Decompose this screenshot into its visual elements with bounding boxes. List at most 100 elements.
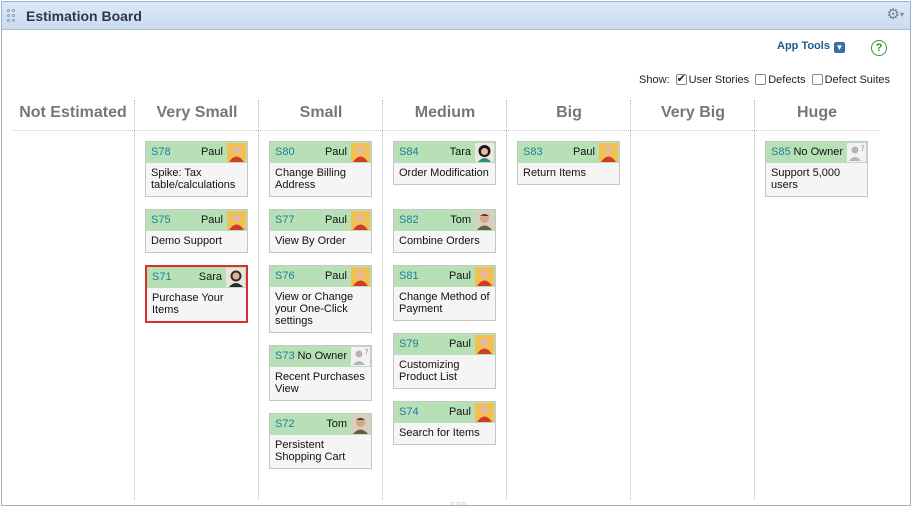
story-title: Change Billing Address	[270, 163, 371, 196]
owner-name: Paul	[324, 146, 347, 158]
owner-name: Paul	[324, 270, 347, 282]
owner-name: Tara	[449, 146, 471, 158]
story-card[interactable]: S71 Sara Purchase Your Items	[145, 265, 248, 323]
user-stories-label: User Stories	[688, 74, 750, 86]
card-header: S72 Tom	[270, 414, 371, 435]
story-title: Combine Orders	[394, 231, 495, 252]
owner-name: Sara	[198, 271, 222, 283]
column-header: Small	[299, 104, 343, 121]
gear-icon[interactable]: ⚙▾	[887, 6, 904, 23]
story-title: Change Method of Payment	[394, 287, 495, 320]
avatar: ?	[847, 143, 866, 162]
story-id-link[interactable]: S81	[399, 270, 419, 282]
column-header: Medium	[414, 104, 476, 121]
defects-label: Defects	[768, 74, 806, 86]
avatar	[226, 268, 245, 287]
owner-name: Paul	[324, 214, 347, 226]
story-card[interactable]: S84 Tara Order Modification	[393, 141, 496, 185]
avatar	[351, 267, 370, 286]
story-card[interactable]: S83 Paul Return Items	[517, 141, 620, 185]
story-title: Purchase Your Items	[147, 288, 246, 321]
story-card[interactable]: S74 Paul Search for Items	[393, 401, 496, 445]
column-header: Big	[556, 104, 582, 121]
owner-name: Paul	[448, 406, 471, 418]
avatar	[227, 211, 246, 230]
card-header: S81 Paul	[394, 266, 495, 287]
story-id-link[interactable]: S82	[399, 214, 419, 226]
story-card[interactable]: S76 Paul View or Change your One-Click set…	[269, 265, 372, 333]
owner-name: Paul	[448, 338, 471, 350]
story-title: View By Order	[270, 231, 371, 252]
card-header: S84 Tara	[394, 142, 495, 163]
story-id-link[interactable]: S72	[275, 418, 295, 430]
story-id-link[interactable]: S75	[151, 214, 171, 226]
owner-name: Paul	[448, 270, 471, 282]
owner-name: Tom	[450, 214, 471, 226]
card-header: S73 No Owner?	[270, 346, 371, 367]
column-very-big: Very Big	[631, 100, 755, 500]
card-header: S71 Sara	[147, 267, 246, 288]
avatar	[351, 211, 370, 230]
defect-suites-checkbox[interactable]	[811, 74, 823, 85]
help-icon[interactable]: ?	[871, 40, 887, 56]
story-id-link[interactable]: S76	[275, 270, 295, 282]
story-title: Recent Purchases View	[270, 367, 371, 400]
story-id-link[interactable]: S83	[523, 146, 543, 158]
card-header: S80 Paul	[270, 142, 371, 163]
app-tools-label: App Tools	[777, 40, 830, 52]
story-card[interactable]: S82 Tom Combine Orders	[393, 209, 496, 253]
card-header: S83 Paul	[518, 142, 619, 163]
column-header: Huge	[797, 104, 837, 121]
story-card[interactable]: S85 No Owner? Support 5,000 users	[765, 141, 868, 197]
story-title: Support 5,000 users	[766, 163, 867, 196]
story-card[interactable]: S79 Paul Customizing Product List	[393, 333, 496, 389]
column-not-estimated: Not Estimated	[11, 100, 135, 500]
card-header: S78 Paul	[146, 142, 247, 163]
app-tools-button[interactable]: App Tools ▼	[777, 40, 845, 53]
story-id-link[interactable]: S85	[771, 146, 791, 158]
avatar	[351, 415, 370, 434]
owner-name: No Owner	[793, 146, 843, 158]
svg-text:?: ?	[861, 144, 865, 153]
story-title: Spike: Tax table/calculations	[146, 163, 247, 196]
card-header: S77 Paul	[270, 210, 371, 231]
estimation-board-panel: Estimation Board ⚙▾ App Tools▼ ? Show: U…	[1, 1, 911, 508]
card-header: S79 Paul	[394, 334, 495, 355]
story-id-link[interactable]: S74	[399, 406, 419, 418]
user-stories-checkbox[interactable]	[675, 72, 687, 85]
resize-handle-icon[interactable]: ○○○	[450, 499, 468, 508]
owner-name: No Owner	[297, 350, 347, 362]
story-id-link[interactable]: S80	[275, 146, 295, 158]
story-card[interactable]: S80 Paul Change Billing Address	[269, 141, 372, 197]
owner-name: Tom	[326, 418, 347, 430]
owner-name: Paul	[572, 146, 595, 158]
svg-text:?: ?	[365, 348, 369, 357]
owner-name: Paul	[200, 214, 223, 226]
story-card[interactable]: S73 No Owner? Recent Purchases View	[269, 345, 372, 401]
column-header: Very Small	[156, 104, 238, 121]
story-card[interactable]: S77 Paul View By Order	[269, 209, 372, 253]
story-id-link[interactable]: S84	[399, 146, 419, 158]
story-card[interactable]: S78 Paul Spike: Tax table/calculations	[145, 141, 248, 197]
card-header: S74 Paul	[394, 402, 495, 423]
show-label: Show:	[639, 74, 670, 86]
story-title: View or Change your One-Click settings	[270, 287, 371, 332]
story-title: Order Modification	[394, 163, 495, 184]
story-card[interactable]: S81 Paul Change Method of Payment	[393, 265, 496, 321]
avatar	[475, 403, 494, 422]
owner-name: Paul	[200, 146, 223, 158]
story-card[interactable]: S72 Tom Persistent Shopping Cart	[269, 413, 372, 469]
avatar: ?	[351, 347, 370, 366]
drag-handle-icon[interactable]	[7, 9, 17, 23]
story-id-link[interactable]: S78	[151, 146, 171, 158]
avatar	[475, 143, 494, 162]
story-id-link[interactable]: S73	[275, 350, 295, 362]
story-id-link[interactable]: S77	[275, 214, 295, 226]
story-card[interactable]: S75 Paul Demo Support	[145, 209, 248, 253]
card-header: S82 Tom	[394, 210, 495, 231]
title-bar: Estimation Board ⚙▾	[2, 2, 910, 30]
card-header: S75 Paul	[146, 210, 247, 231]
story-id-link[interactable]: S79	[399, 338, 419, 350]
defects-checkbox[interactable]	[755, 74, 767, 85]
story-id-link[interactable]: S71	[152, 271, 172, 283]
